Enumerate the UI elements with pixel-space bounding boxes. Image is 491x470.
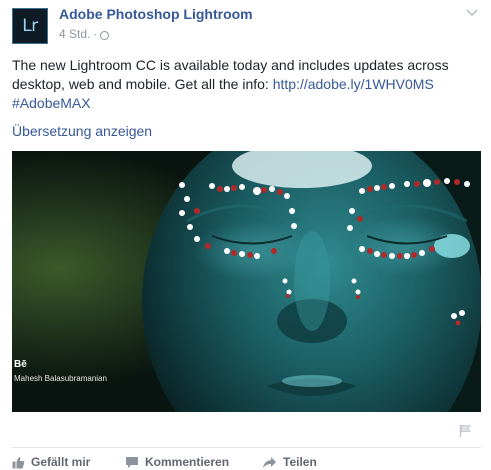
post-message: The new Lightroom CC is available today … [12,56,482,113]
logo-text: Lr [22,16,38,36]
post-actions-bar: Gefällt mir Kommentieren Teilen [12,455,482,470]
comment-button[interactable]: Kommentieren [125,455,229,469]
globe-icon [100,30,110,40]
lightroom-logo[interactable]: Lr [12,8,48,44]
comment-label: Kommentieren [145,455,230,469]
post-meta: 4 Std. · [59,27,110,41]
share-arrow-icon [263,456,276,468]
post-photo[interactable] [12,151,481,412]
like-label: Gefällt mir [31,455,91,469]
photo-credit: Mahesh Balasubramanian [14,374,107,383]
post-timestamp[interactable]: 4 Std. [59,27,90,41]
comment-icon [126,456,138,468]
like-button[interactable]: Gefällt mir [12,455,90,469]
actions-divider [12,447,481,448]
flag-icon[interactable] [459,424,471,438]
post-link[interactable]: http://adobe.ly/1WHV0MS [273,76,434,92]
behance-logo: Bē [14,359,27,370]
share-label: Teilen [283,455,317,469]
translate-link[interactable]: Übersetzung anzeigen [12,123,152,139]
share-button[interactable]: Teilen [262,455,317,469]
thumbs-up-icon [12,456,25,469]
hashtag-link[interactable]: #AdobeMAX [12,95,91,111]
chevron-down-icon[interactable] [465,8,479,18]
page-name-link[interactable]: Adobe Photoshop Lightroom [59,6,253,22]
portrait-image [12,151,481,412]
meta-separator: · [93,27,98,41]
